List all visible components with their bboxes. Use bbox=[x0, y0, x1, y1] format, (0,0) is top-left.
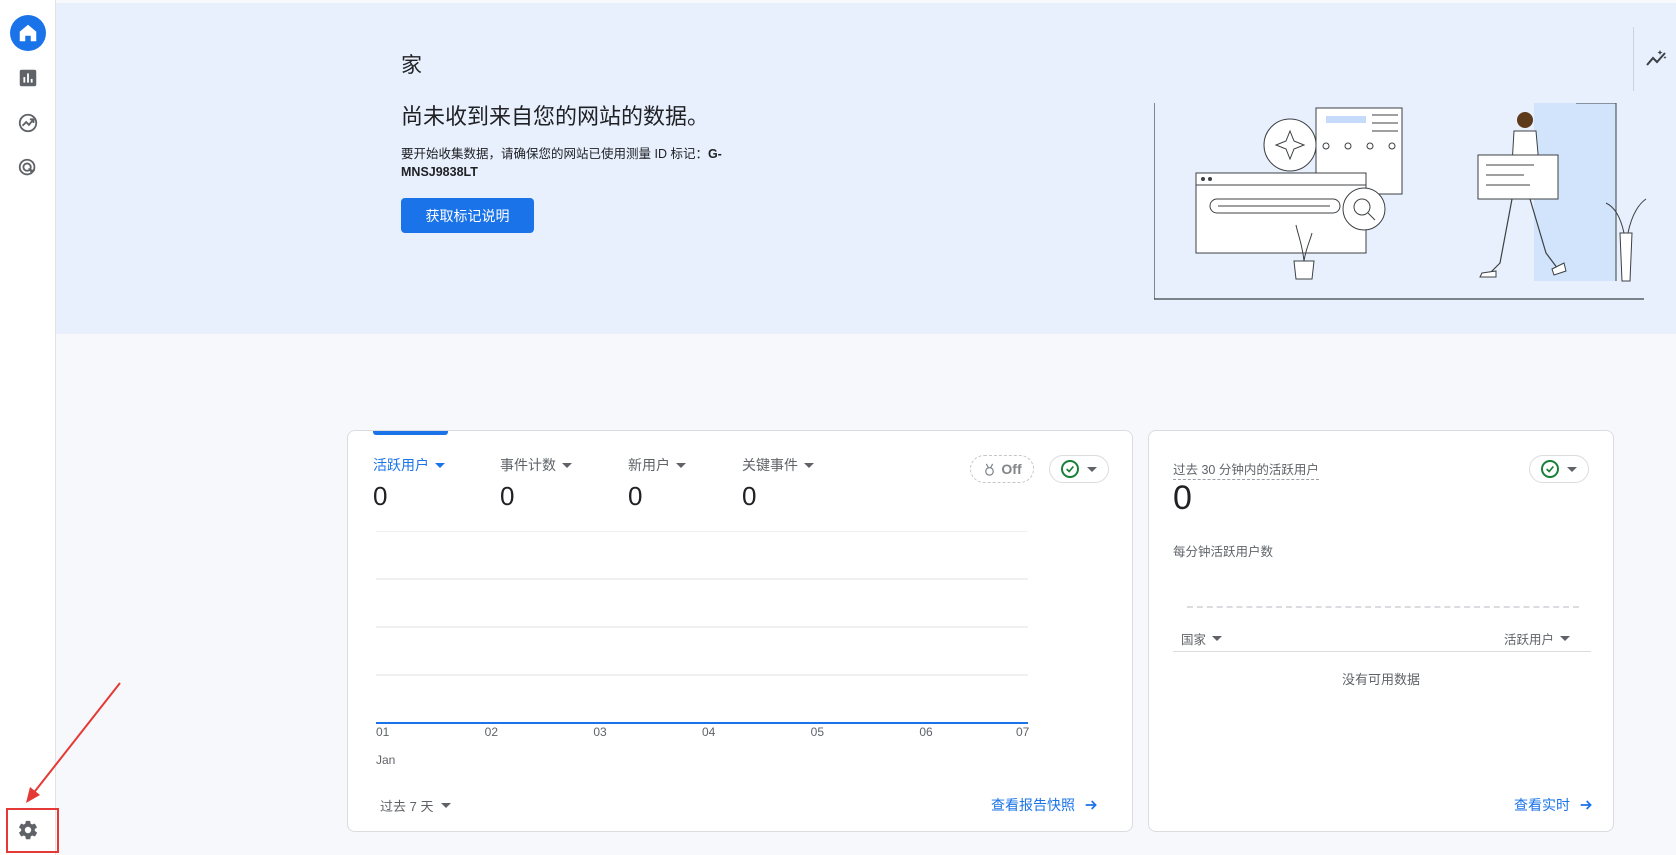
hero-banner: 家 尚未收到来自您的网站的数据。 要开始收集数据，请确保您的网站已使用测量 ID… bbox=[56, 3, 1676, 334]
compare-off-chip[interactable]: Off bbox=[970, 455, 1034, 483]
nav-explore-button[interactable] bbox=[10, 105, 46, 141]
view-realtime-label: 查看实时 bbox=[1514, 797, 1570, 813]
chevron-down-icon bbox=[1212, 636, 1223, 641]
target-cursor-icon bbox=[18, 158, 36, 176]
explore-icon bbox=[18, 113, 38, 133]
metric-tab-new-users[interactable]: 新用户 0 bbox=[628, 455, 686, 512]
realtime-minute-bars-placeholder bbox=[1187, 606, 1579, 608]
compare-off-label: Off bbox=[1001, 461, 1022, 477]
x-tick-label: 03 bbox=[593, 725, 607, 739]
table-divider bbox=[1173, 651, 1591, 652]
hero-divider bbox=[1633, 27, 1634, 91]
tag-instructions-prefix: 要开始收集数据，请确保您的网站已使用测量 ID 标记： bbox=[401, 147, 708, 161]
metric-tab-active-users[interactable]: 活跃用户 0 bbox=[373, 455, 445, 512]
chevron-down-icon bbox=[435, 462, 445, 468]
country-column-label: 国家 bbox=[1181, 633, 1207, 647]
hero-illustration bbox=[1154, 103, 1647, 300]
x-tick-label: 05 bbox=[810, 725, 825, 739]
chevron-down-icon bbox=[804, 462, 814, 468]
home-icon bbox=[19, 24, 37, 42]
metric-label: 活跃用户 bbox=[373, 457, 429, 473]
x-tick-label: 04 bbox=[702, 725, 716, 739]
no-data-message: 没有可用数据 bbox=[1341, 672, 1420, 687]
chevron-down-icon bbox=[676, 462, 686, 468]
arrow-right-icon bbox=[1085, 800, 1097, 810]
page-title: 家 bbox=[401, 54, 422, 77]
active-users-column-header[interactable]: 活跃用户 bbox=[1504, 629, 1571, 648]
no-data-headline: 尚未收到来自您的网站的数据。 bbox=[401, 104, 710, 129]
nav-advertising-button[interactable] bbox=[10, 150, 46, 186]
realtime-subtitle: 每分钟活跃用户数 bbox=[1173, 545, 1274, 559]
nav-home-button[interactable] bbox=[10, 15, 46, 51]
active-users-column-label: 活跃用户 bbox=[1504, 633, 1555, 647]
arrow-right-icon bbox=[1580, 800, 1592, 810]
nav-reports-button[interactable] bbox=[10, 60, 46, 96]
chevron-down-icon bbox=[441, 803, 452, 808]
data-status-chip[interactable] bbox=[1049, 455, 1109, 483]
overview-card: 活跃用户 0 事件计数 0 新用户 0 关键事件 0 Off 01 02 03 04 0… bbox=[347, 430, 1133, 832]
settings-highlight-box bbox=[6, 808, 59, 853]
chevron-down-icon bbox=[1567, 466, 1577, 472]
metric-label: 新用户 bbox=[628, 457, 670, 473]
realtime-value: 0 bbox=[1173, 479, 1192, 517]
insights-icon bbox=[1646, 50, 1667, 66]
metric-value: 0 bbox=[500, 481, 515, 511]
x-tick-label: 01 bbox=[376, 725, 390, 739]
date-range-label: 过去 7 天 bbox=[380, 799, 434, 814]
medal-icon bbox=[985, 463, 995, 476]
metric-tab-event-count[interactable]: 事件计数 0 bbox=[500, 455, 572, 512]
get-tag-instructions-button[interactable]: 获取标记说明 bbox=[401, 198, 534, 233]
metric-tab-key-events[interactable]: 关键事件 0 bbox=[742, 455, 814, 512]
view-reports-snapshot-label: 查看报告快照 bbox=[991, 797, 1075, 813]
realtime-title: 过去 30 分钟内的活跃用户 bbox=[1173, 459, 1319, 480]
active-users-line-chart bbox=[376, 531, 1028, 724]
view-realtime-link[interactable]: 查看实时 bbox=[1514, 795, 1594, 815]
x-tick-label: 02 bbox=[484, 725, 499, 739]
check-circle-icon bbox=[1541, 460, 1559, 478]
date-range-select[interactable]: 过去 7 天 bbox=[380, 796, 452, 815]
realtime-card: 过去 30 分钟内的活跃用户 0 每分钟活跃用户数 国家 活跃用户 没有可用数据… bbox=[1148, 430, 1614, 832]
x-tick-label: 07 bbox=[1016, 725, 1030, 739]
active-tab-indicator bbox=[373, 431, 448, 435]
tag-instructions-text: 要开始收集数据，请确保您的网站已使用测量 ID 标记：G-MNSJ9838LT bbox=[401, 145, 741, 181]
metric-label: 关键事件 bbox=[742, 457, 798, 473]
chevron-down-icon bbox=[562, 462, 572, 468]
chevron-down-icon bbox=[1087, 466, 1097, 472]
left-nav-rail bbox=[0, 0, 56, 855]
view-reports-snapshot-link[interactable]: 查看报告快照 bbox=[991, 795, 1099, 815]
x-axis-month-label: Jan bbox=[376, 753, 396, 767]
check-circle-icon bbox=[1061, 460, 1079, 478]
metric-value: 0 bbox=[628, 481, 643, 511]
x-tick-label: 06 bbox=[919, 725, 933, 739]
realtime-status-chip[interactable] bbox=[1529, 455, 1589, 483]
chevron-down-icon bbox=[1560, 636, 1571, 641]
insights-button[interactable] bbox=[1642, 45, 1670, 73]
metric-value: 0 bbox=[742, 481, 757, 511]
metric-label: 事件计数 bbox=[500, 457, 556, 473]
bar-chart-icon bbox=[19, 69, 37, 87]
country-column-header[interactable]: 国家 bbox=[1181, 629, 1223, 648]
metric-value: 0 bbox=[373, 481, 388, 511]
